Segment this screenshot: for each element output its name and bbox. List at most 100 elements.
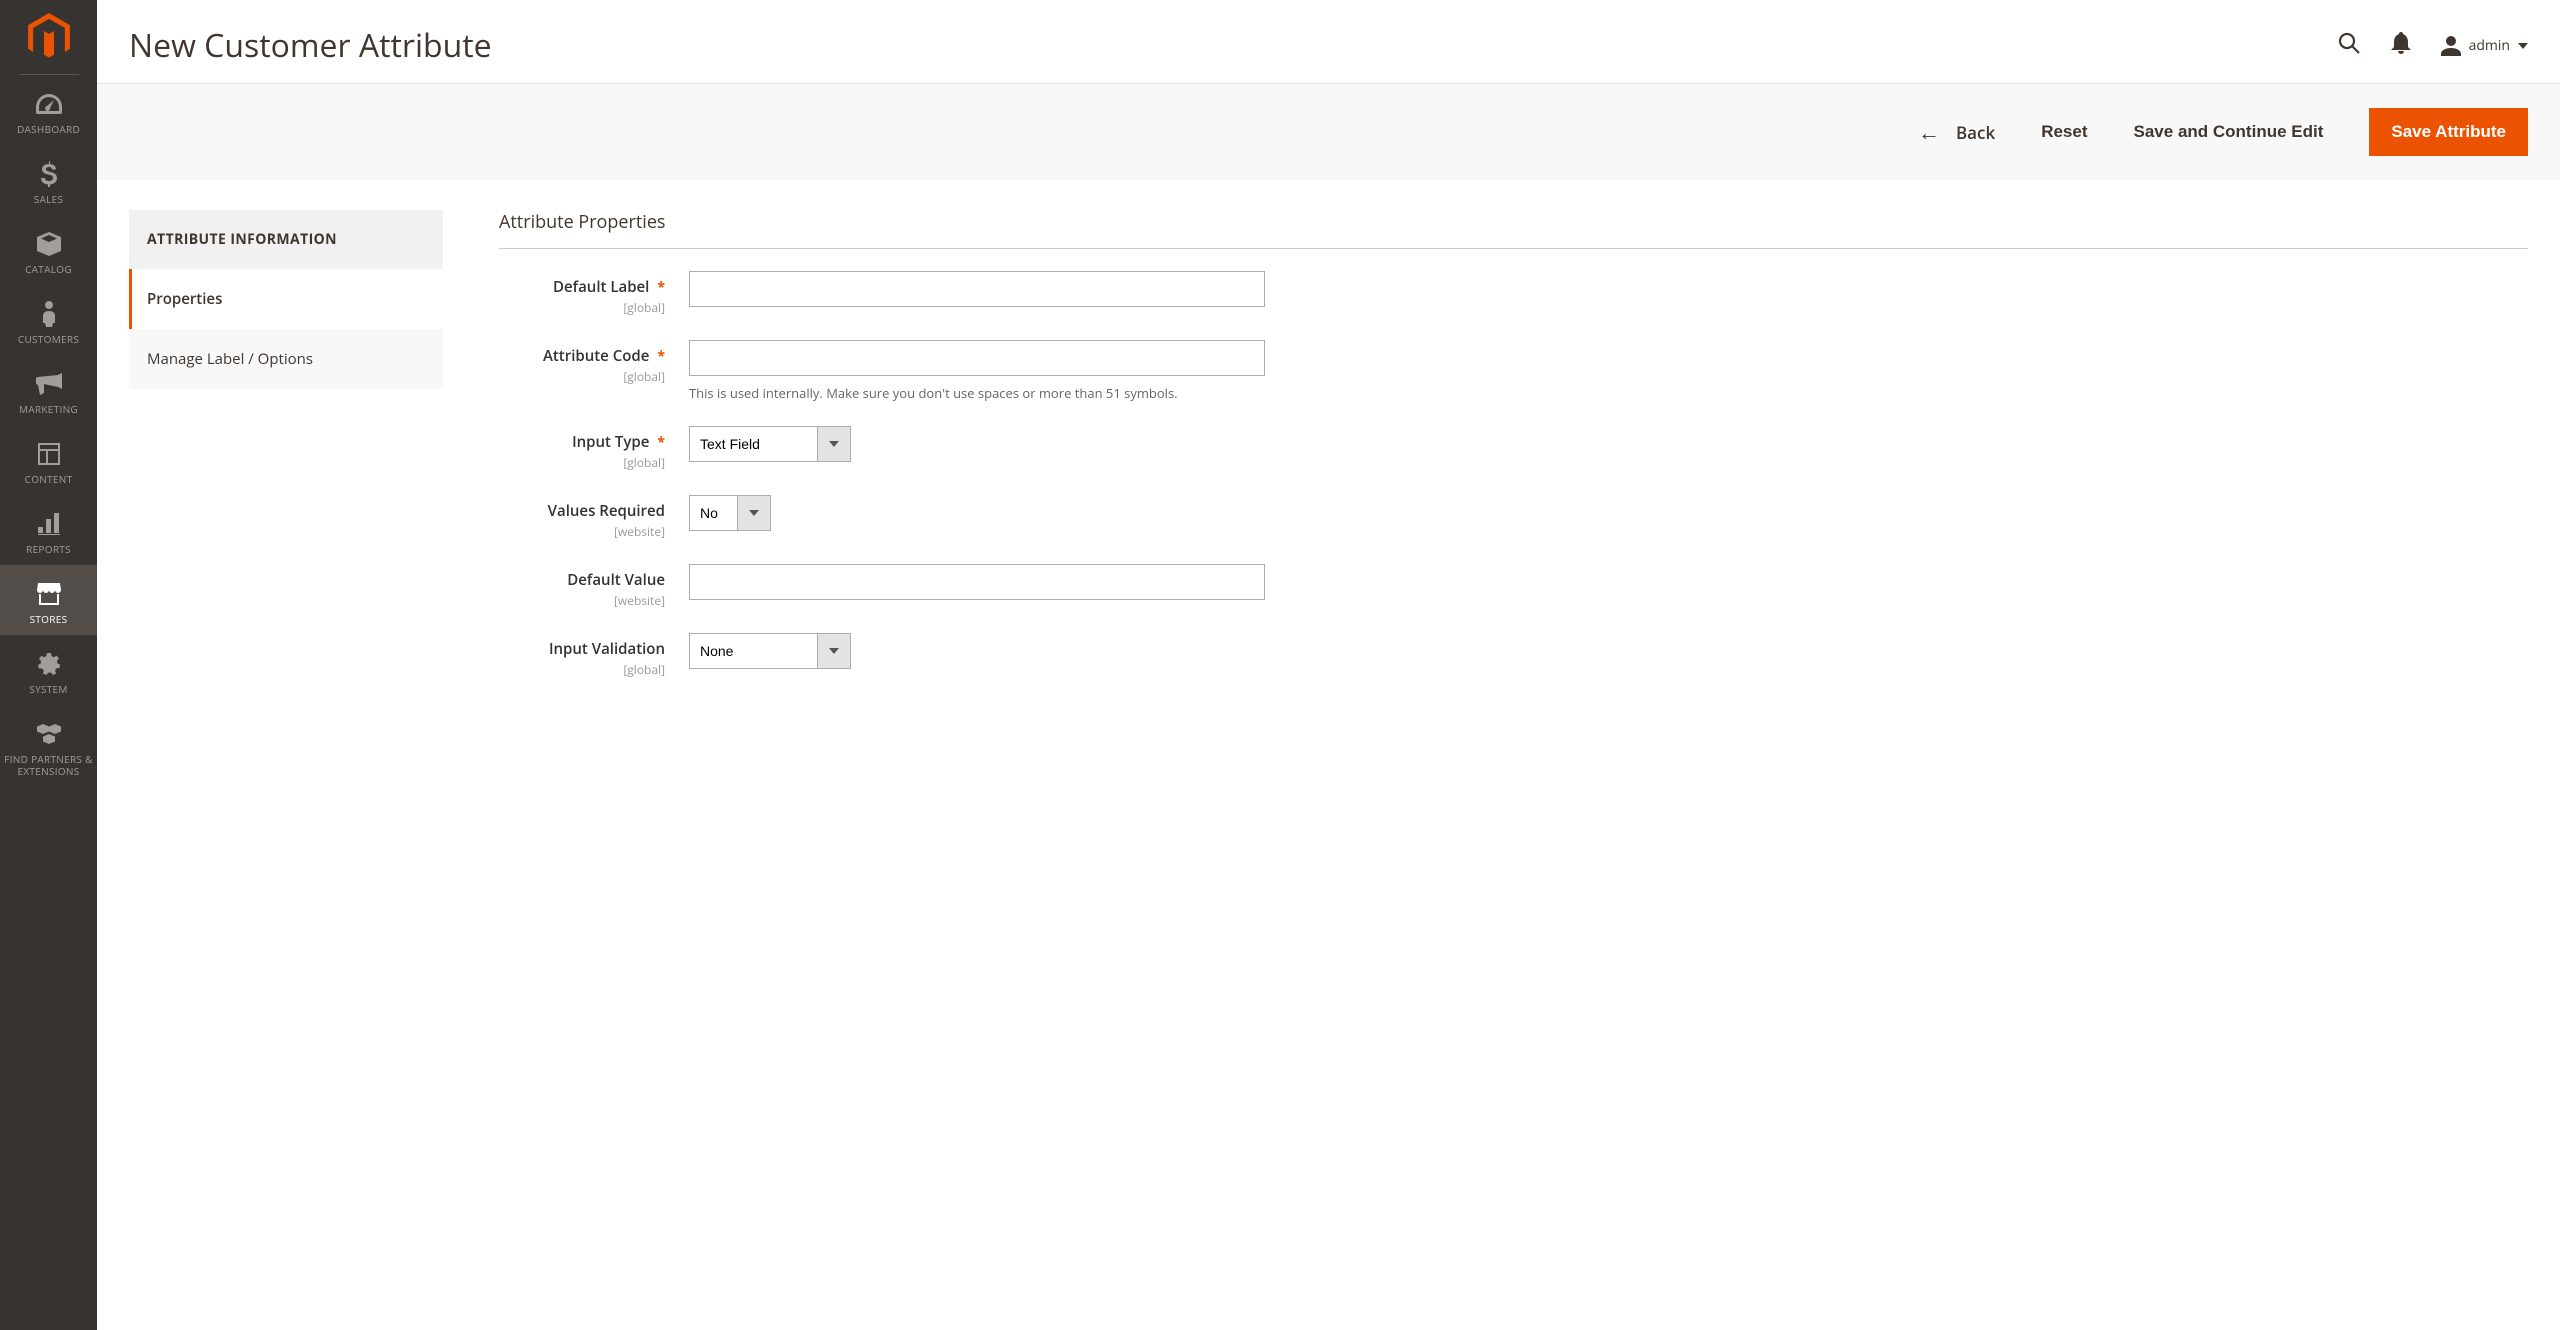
page-title: New Customer Attribute	[129, 24, 492, 67]
header-actions: admin	[2337, 31, 2528, 60]
default-value-input[interactable]	[689, 564, 1265, 600]
nav-partners[interactable]: FIND PARTNERS & EXTENSIONS	[0, 705, 97, 787]
nav-content[interactable]: CONTENT	[0, 425, 97, 495]
search-icon[interactable]	[2337, 31, 2361, 60]
field-scope: [website]	[499, 523, 665, 540]
nav-label: FIND PARTNERS & EXTENSIONS	[4, 753, 93, 777]
nav-customers[interactable]: CUSTOMERS	[0, 285, 97, 355]
label-col: Values Required [website]	[499, 495, 689, 540]
select-value	[689, 633, 817, 669]
field-hint: This is used internally. Make sure you d…	[689, 384, 2528, 402]
nav-label: STORES	[30, 613, 68, 625]
nav-dashboard[interactable]: DASHBOARD	[0, 75, 97, 145]
nav-label: SALES	[34, 193, 64, 205]
nav-label: MARKETING	[19, 403, 78, 415]
nav-catalog[interactable]: CATALOG	[0, 215, 97, 285]
user-name: admin	[2469, 36, 2510, 55]
bars-icon	[38, 509, 60, 539]
row-input-validation: Input Validation [global]	[499, 633, 2528, 678]
user-menu[interactable]: admin	[2441, 36, 2528, 56]
field-scope: [global]	[499, 368, 665, 385]
chevron-down-icon	[737, 495, 771, 531]
content-row: ATTRIBUTE INFORMATION Properties Manage …	[97, 180, 2560, 702]
section-title: Attribute Properties	[499, 210, 2528, 249]
dollar-icon	[41, 159, 57, 189]
field-label: Values Required	[548, 501, 665, 521]
values-required-select[interactable]	[689, 495, 2528, 531]
nav-label: REPORTS	[26, 543, 71, 555]
input-type-select[interactable]	[689, 426, 2528, 462]
user-icon	[2441, 36, 2461, 56]
save-continue-button[interactable]: Save and Continue Edit	[2134, 122, 2324, 142]
storefront-icon	[37, 579, 61, 609]
default-label-input[interactable]	[689, 271, 1265, 307]
back-label: Back	[1956, 121, 1995, 144]
gauge-icon	[36, 89, 62, 119]
action-toolbar: ← Back Reset Save and Continue Edit Save…	[97, 83, 2560, 180]
person-icon	[41, 299, 57, 329]
magento-logo[interactable]	[0, 0, 97, 74]
input-col	[689, 564, 2528, 600]
row-attribute-code: Attribute Code * [global] This is used in…	[499, 340, 2528, 402]
save-attribute-button[interactable]: Save Attribute	[2369, 108, 2528, 156]
input-col	[689, 271, 2528, 307]
label-col: Input Validation [global]	[499, 633, 689, 678]
input-col	[689, 495, 2528, 531]
nav-label: CUSTOMERS	[18, 333, 79, 345]
attribute-info-panel: ATTRIBUTE INFORMATION Properties Manage …	[129, 210, 443, 702]
field-scope: [global]	[499, 454, 665, 471]
nav-reports[interactable]: REPORTS	[0, 495, 97, 565]
tab-properties[interactable]: Properties	[129, 269, 443, 329]
bell-icon[interactable]	[2391, 32, 2411, 59]
label-col: Default Value [website]	[499, 564, 689, 609]
attribute-code-input[interactable]	[689, 340, 1265, 376]
chevron-down-icon	[817, 426, 851, 462]
chevron-down-icon	[2518, 43, 2528, 49]
label-col: Attribute Code * [global]	[499, 340, 689, 385]
row-values-required: Values Required [website]	[499, 495, 2528, 540]
select-value	[689, 495, 737, 531]
label-col: Input Type * [global]	[499, 426, 689, 471]
row-default-label: Default Label * [global]	[499, 271, 2528, 316]
chevron-down-icon	[817, 633, 851, 669]
required-marker: *	[657, 433, 665, 452]
arrow-left-icon: ←	[1918, 117, 1940, 147]
nav-label: SYSTEM	[29, 683, 67, 695]
nav-label: CATALOG	[25, 263, 72, 275]
field-label: Input Validation	[549, 639, 665, 659]
reset-button[interactable]: Reset	[2041, 122, 2087, 142]
field-label: Default Label	[553, 277, 649, 297]
nav-system[interactable]: SYSTEM	[0, 635, 97, 705]
blocks-icon	[37, 719, 61, 749]
required-marker: *	[657, 347, 665, 366]
row-input-type: Input Type * [global]	[499, 426, 2528, 471]
row-default-value: Default Value [website]	[499, 564, 2528, 609]
gear-icon	[38, 649, 60, 679]
field-label: Input Type	[572, 432, 649, 452]
admin-sidebar: DASHBOARD SALES CATALOG CUSTOMERS MARKET…	[0, 0, 97, 1330]
label-col: Default Label * [global]	[499, 271, 689, 316]
back-button[interactable]: ← Back	[1918, 117, 1995, 147]
megaphone-icon	[36, 369, 62, 399]
nav-label: CONTENT	[25, 473, 73, 485]
input-col: This is used internally. Make sure you d…	[689, 340, 2528, 402]
input-col	[689, 633, 2528, 669]
box-icon	[37, 229, 61, 259]
side-panel-title: ATTRIBUTE INFORMATION	[129, 210, 443, 269]
tab-manage-label-options[interactable]: Manage Label / Options	[129, 329, 443, 389]
required-marker: *	[657, 278, 665, 297]
input-col	[689, 426, 2528, 462]
nav-label: DASHBOARD	[17, 123, 80, 135]
form-area: Attribute Properties Default Label * [glo…	[499, 210, 2528, 702]
nav-sales[interactable]: SALES	[0, 145, 97, 215]
field-label: Attribute Code	[543, 346, 649, 366]
nav-marketing[interactable]: MARKETING	[0, 355, 97, 425]
field-scope: [global]	[499, 299, 665, 316]
nav-stores[interactable]: STORES	[0, 565, 97, 635]
layout-icon	[38, 439, 60, 469]
field-scope: [global]	[499, 661, 665, 678]
field-label: Default Value	[567, 570, 665, 590]
input-validation-select[interactable]	[689, 633, 2528, 669]
select-value	[689, 426, 817, 462]
main-content: New Customer Attribute admin ← Back Rese…	[97, 0, 2560, 702]
